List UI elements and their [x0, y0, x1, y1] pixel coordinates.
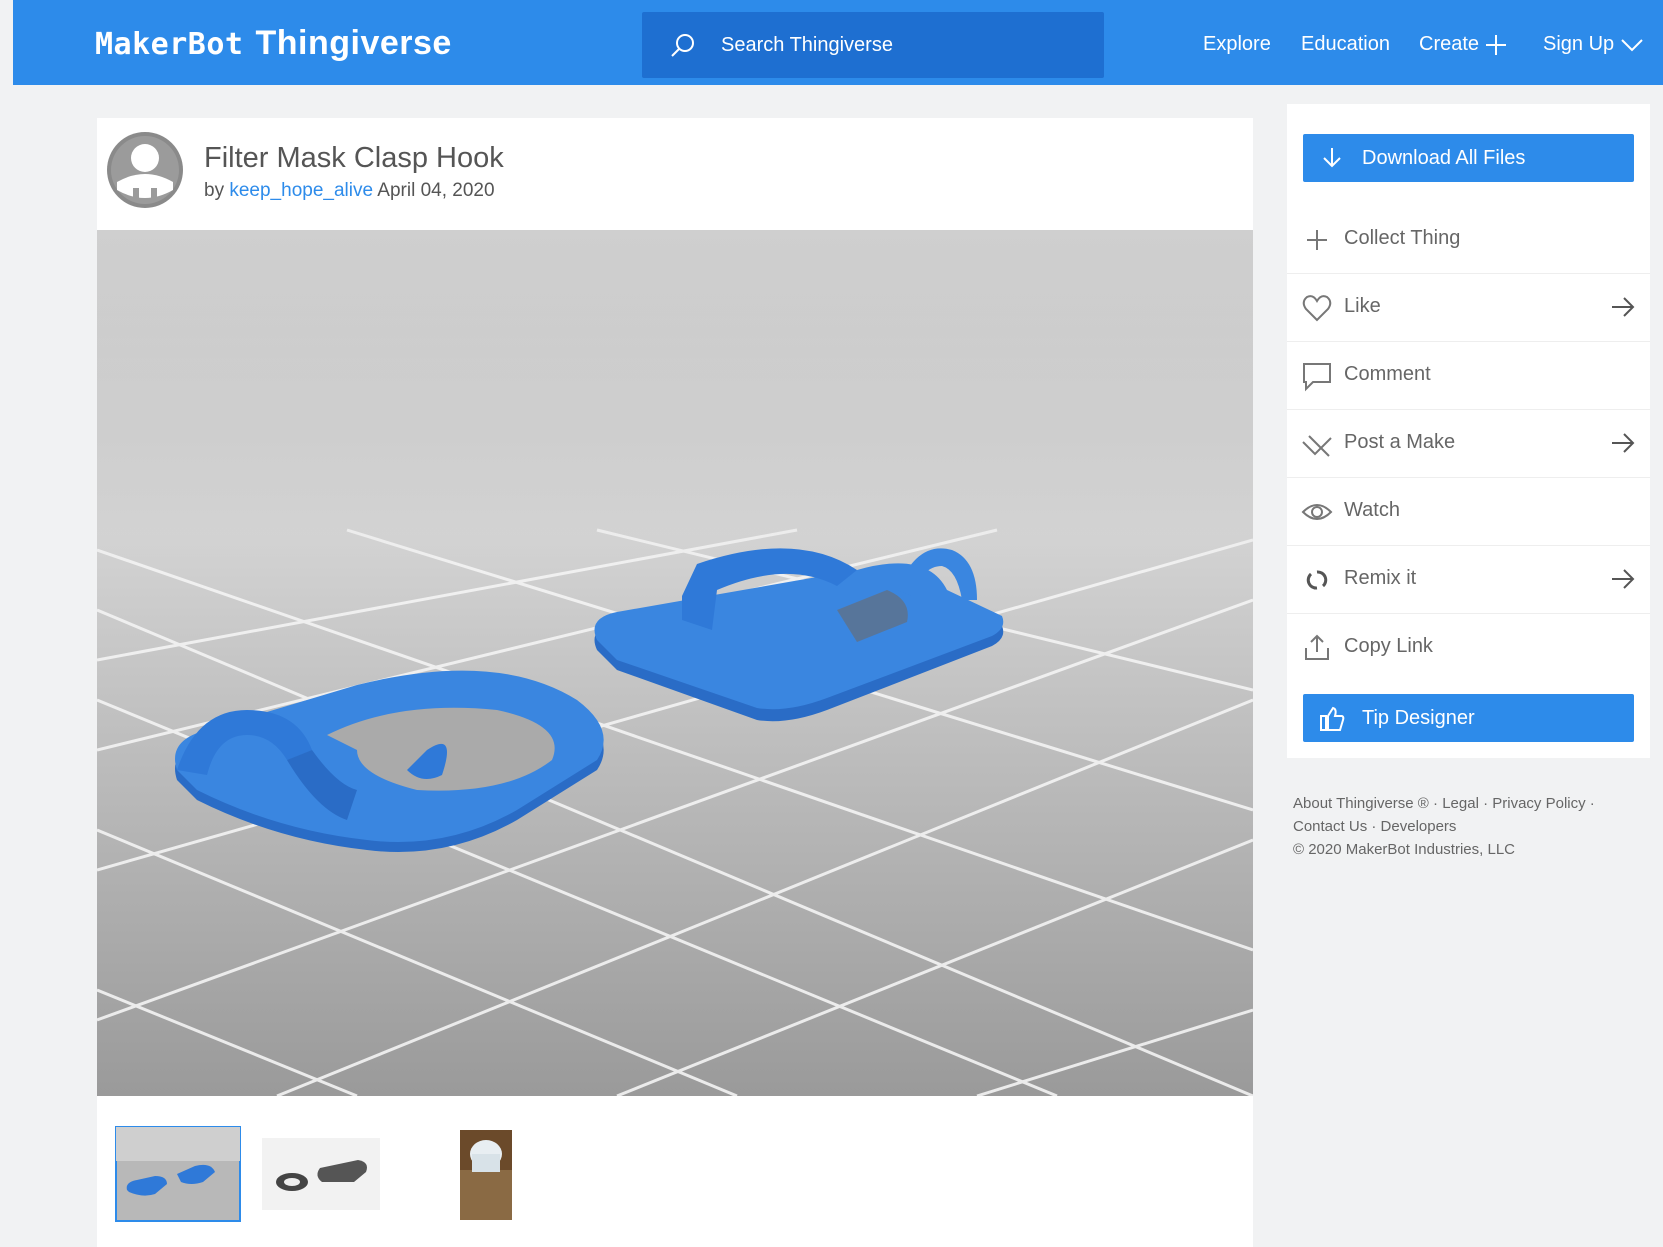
byline-by: by: [204, 180, 225, 201]
action-label: Remix it: [1344, 567, 1417, 589]
tip-label: Tip Designer: [1362, 707, 1475, 729]
comment-button[interactable]: Comment: [1287, 342, 1650, 410]
plus-icon: [1307, 230, 1327, 250]
action-label: Like: [1344, 295, 1381, 317]
download-icon: [1323, 148, 1341, 168]
sidebar-footer: About Thingiverse ® · Legal · Privacy Po…: [1293, 795, 1595, 858]
action-label: Comment: [1344, 363, 1431, 385]
search-icon: [671, 34, 694, 57]
makerbot-thingiverse-logo[interactable]: MakerBot Thingiverse: [95, 24, 452, 63]
remix-button[interactable]: Remix it: [1287, 546, 1650, 614]
thumbnail-strip: [97, 1108, 1253, 1247]
like-button[interactable]: Like: [1287, 274, 1650, 342]
nav-education[interactable]: Education: [1301, 33, 1390, 56]
footer-about-link[interactable]: About Thingiverse ®: [1293, 795, 1429, 812]
avatar[interactable]: [105, 130, 185, 210]
tip-designer-button[interactable]: Tip Designer: [1303, 694, 1634, 742]
nav-explore[interactable]: Explore: [1203, 33, 1271, 56]
thumbnail-1[interactable]: [115, 1126, 241, 1222]
nav-create[interactable]: Create: [1419, 33, 1507, 56]
comment-icon: [1303, 363, 1331, 392]
collect-thing-button[interactable]: Collect Thing: [1287, 206, 1650, 274]
footer-contact-link[interactable]: Contact Us: [1293, 818, 1367, 835]
download-all-button[interactable]: Download All Files: [1303, 134, 1634, 182]
arrow-right-icon[interactable]: [1610, 566, 1636, 592]
plus-icon: [1485, 34, 1506, 55]
action-label: Post a Make: [1344, 431, 1456, 453]
pencil-icon: [1302, 435, 1332, 457]
watch-button[interactable]: Watch: [1287, 478, 1650, 546]
model-viewer[interactable]: [97, 230, 1253, 1096]
post-a-make-button[interactable]: Post a Make: [1287, 410, 1650, 478]
nav-signup[interactable]: Sign Up: [1543, 33, 1644, 56]
model-render: [97, 230, 1253, 1096]
search-placeholder: Search Thingiverse: [721, 34, 893, 56]
footer-copyright: © 2020 MakerBot Industries, LLC: [1293, 841, 1515, 858]
action-sidebar: Download All Files Collect Thing Like Co…: [1287, 104, 1650, 758]
download-label: Download All Files: [1362, 147, 1526, 169]
byline: by keep_hope_alive April 04, 2020: [204, 180, 495, 202]
thing-title: Filter Mask Clasp Hook: [204, 142, 504, 174]
thumbnail-3[interactable]: [460, 1130, 512, 1220]
arrow-right-icon[interactable]: [1610, 430, 1636, 456]
action-label: Watch: [1344, 499, 1400, 521]
footer-privacy-link[interactable]: Privacy Policy: [1492, 795, 1585, 812]
action-label: Collect Thing: [1344, 227, 1461, 249]
publish-date: April 04, 2020: [377, 180, 495, 201]
logo-mark: MakerBot: [95, 27, 244, 62]
arrow-right-icon[interactable]: [1610, 294, 1636, 320]
action-label: Copy Link: [1344, 635, 1433, 657]
thumbs-up-icon: [1320, 706, 1345, 731]
nav-create-label: Create: [1419, 33, 1480, 55]
thumbnail-2[interactable]: [262, 1138, 380, 1210]
top-navbar: MakerBot Thingiverse Search Thingiverse E…: [13, 0, 1663, 85]
eye-icon: [1301, 504, 1333, 520]
copy-link-button[interactable]: Copy Link: [1287, 614, 1650, 681]
search-input[interactable]: Search Thingiverse: [642, 12, 1104, 78]
heart-icon: [1302, 295, 1332, 322]
footer-legal-link[interactable]: Legal: [1442, 795, 1479, 812]
nav-signup-label: Sign Up: [1543, 33, 1615, 55]
logo-name: Thingiverse: [255, 24, 452, 62]
author-link[interactable]: keep_hope_alive: [229, 180, 373, 201]
share-icon: [1305, 634, 1329, 660]
chevron-down-icon: [1621, 39, 1643, 52]
remix-icon: [1306, 570, 1328, 590]
footer-developers-link[interactable]: Developers: [1381, 818, 1457, 835]
